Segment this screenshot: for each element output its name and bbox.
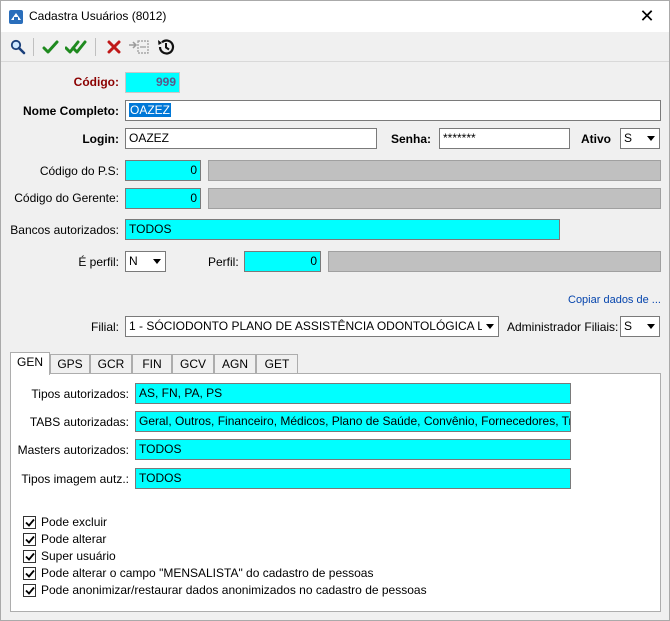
- checkbox-box[interactable]: [23, 532, 36, 546]
- codigo-gerente-input[interactable]: 0: [125, 188, 201, 209]
- search-button[interactable]: [7, 37, 29, 57]
- codigo-gerente-description: [208, 188, 661, 209]
- title-bar: Cadastra Usuários (8012) ✕: [1, 1, 669, 32]
- tab-gcr[interactable]: GCR: [90, 354, 132, 374]
- tipos-autorizados-label: Tipos autorizados:: [31, 387, 129, 401]
- super-usuario-label: Super usuário: [41, 549, 116, 563]
- e-perfil-select[interactable]: N: [125, 251, 166, 272]
- codigo-ps-input[interactable]: 0: [125, 160, 201, 181]
- chevron-down-icon[interactable]: [149, 252, 165, 271]
- tab-agn[interactable]: AGN: [214, 354, 256, 374]
- close-icon: ✕: [639, 6, 655, 26]
- pode-alterar-mensalista-checkbox[interactable]: Pode alterar o campo "MENSALISTA" do cad…: [23, 565, 373, 581]
- confirm-button[interactable]: [40, 37, 62, 57]
- filial-select[interactable]: 1 - SÓCIODONTO PLANO DE ASSISTÊNCIA ODON…: [125, 316, 499, 337]
- e-perfil-label: É perfil:: [78, 255, 119, 269]
- e-perfil-value: N: [129, 254, 138, 268]
- close-button[interactable]: ✕: [635, 5, 659, 27]
- confirm-all-button[interactable]: [65, 37, 87, 57]
- toolbar-separator: [95, 38, 96, 56]
- toolbar: [1, 32, 669, 62]
- check-mark-icon: [24, 552, 35, 561]
- nome-completo-input[interactable]: OAZEZ: [125, 100, 661, 121]
- toolbar-separator: [33, 38, 34, 56]
- pode-anonimizar-checkbox[interactable]: Pode anonimizar/restaurar dados anonimiz…: [23, 582, 427, 598]
- checkbox-box[interactable]: [23, 583, 36, 597]
- tab-get[interactable]: GET: [256, 354, 298, 374]
- delete-button[interactable]: [103, 37, 125, 57]
- nome-completo-value: OAZEZ: [129, 103, 172, 117]
- filial-label: Filial:: [90, 320, 119, 334]
- perfil-description: [328, 251, 661, 272]
- check-mark-icon: [24, 535, 35, 544]
- pode-excluir-label: Pode excluir: [41, 515, 108, 529]
- masters-autorizados-label: Masters autorizados:: [17, 443, 129, 457]
- move-button[interactable]: [128, 37, 150, 57]
- chevron-down-icon[interactable]: [643, 317, 659, 336]
- super-usuario-checkbox[interactable]: Super usuário: [23, 548, 116, 564]
- app-icon: [9, 10, 23, 24]
- checkbox-box[interactable]: [23, 549, 36, 563]
- tab-panel-gen: Tipos autorizados: AS, FN, PA, PS TABS a…: [10, 373, 661, 612]
- tab-gen[interactable]: GEN: [10, 352, 50, 375]
- history-button[interactable]: [155, 37, 177, 57]
- tabs-autorizadas-input[interactable]: Geral, Outros, Financeiro, Médicos, Plan…: [135, 411, 571, 432]
- perfil-input[interactable]: 0: [244, 251, 321, 272]
- window: Cadastra Usuários (8012) ✕ Código: 999 N…: [0, 0, 670, 621]
- tipos-imagem-input[interactable]: TODOS: [135, 468, 571, 489]
- chevron-down-icon[interactable]: [643, 129, 659, 148]
- check-icon: [42, 40, 59, 54]
- tab-gps[interactable]: GPS: [50, 354, 90, 374]
- tab-fin[interactable]: FIN: [132, 354, 172, 374]
- pode-anonimizar-label: Pode anonimizar/restaurar dados anonimiz…: [41, 583, 427, 597]
- codigo-ps-description: [208, 160, 661, 181]
- codigo-gerente-label: Código do Gerente:: [14, 191, 119, 205]
- search-icon: [10, 39, 26, 55]
- login-input[interactable]: OAZEZ: [125, 128, 377, 149]
- copiar-dados-link[interactable]: Copiar dados de ...: [568, 294, 661, 306]
- login-label: Login:: [82, 132, 119, 146]
- masters-autorizados-input[interactable]: TODOS: [135, 439, 571, 460]
- codigo-ps-label: Código do P.S:: [39, 164, 119, 178]
- admin-filiais-select[interactable]: S: [620, 316, 660, 337]
- codigo-field: 999: [125, 72, 180, 93]
- window-title: Cadastra Usuários (8012): [29, 9, 167, 23]
- check-mark-icon: [24, 569, 35, 578]
- check-mark-icon: [24, 518, 35, 527]
- ativo-value: S: [624, 131, 633, 145]
- chevron-down-icon[interactable]: [482, 317, 498, 336]
- delete-x-icon: [107, 40, 121, 54]
- tipos-autorizados-input[interactable]: AS, FN, PA, PS: [135, 383, 571, 404]
- ativo-label: Ativo: [581, 132, 611, 146]
- move-icon: [129, 40, 149, 54]
- ativo-select[interactable]: S: [620, 128, 660, 149]
- senha-label: Senha:: [391, 132, 432, 146]
- codigo-label: Código:: [73, 75, 119, 89]
- tab-gcv[interactable]: GCV: [172, 354, 214, 374]
- senha-input[interactable]: *******: [439, 128, 570, 149]
- perfil-label: Perfil:: [208, 255, 239, 269]
- check-mark-icon: [24, 586, 35, 595]
- pode-alterar-checkbox[interactable]: Pode alterar: [23, 531, 106, 547]
- admin-filiais-value: S: [624, 319, 633, 333]
- double-check-icon: [65, 40, 87, 54]
- bancos-input[interactable]: TODOS: [125, 219, 560, 240]
- pode-excluir-checkbox[interactable]: Pode excluir: [23, 514, 107, 530]
- nome-completo-label: Nome Completo:: [23, 104, 119, 118]
- pode-alterar-mensalista-label: Pode alterar o campo "MENSALISTA" do cad…: [41, 566, 374, 580]
- checkbox-box[interactable]: [23, 515, 36, 529]
- tabs-autorizadas-label: TABS autorizadas:: [29, 415, 129, 429]
- filial-value: 1 - SÓCIODONTO PLANO DE ASSISTÊNCIA ODON…: [129, 319, 499, 333]
- history-icon: [158, 39, 175, 55]
- checkbox-box[interactable]: [23, 566, 36, 580]
- admin-filiais-label: Administrador Filiais:: [507, 320, 619, 334]
- tipos-imagem-label: Tipos imagem autz.:: [21, 472, 129, 486]
- bancos-label: Bancos autorizados:: [10, 223, 119, 237]
- pode-alterar-label: Pode alterar: [41, 532, 107, 546]
